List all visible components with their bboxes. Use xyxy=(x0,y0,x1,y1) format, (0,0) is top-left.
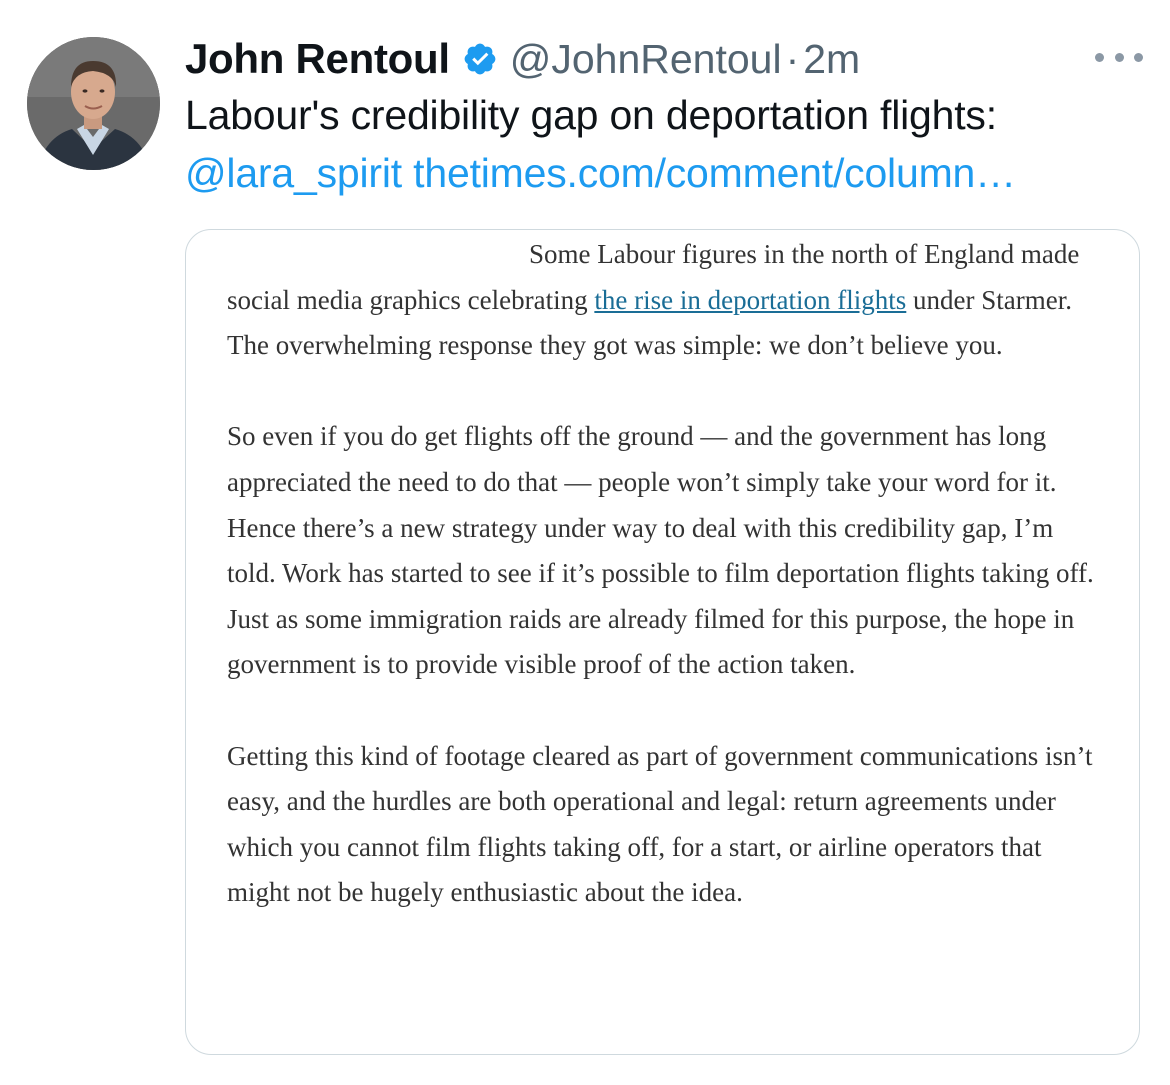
dot-icon xyxy=(1114,52,1124,62)
tweet-time[interactable]: 2m xyxy=(803,36,860,83)
more-options-icon[interactable] xyxy=(1095,42,1143,72)
tweet-text: Labour's credibility gap on deportation … xyxy=(185,92,997,138)
tweet-header: John Rentoul @JohnRentoul · 2m xyxy=(185,30,860,88)
article-paragraph: So even if you do get flights off the gr… xyxy=(227,421,1094,680)
mention-link[interactable]: @lara_spirit xyxy=(185,150,402,196)
avatar-photo xyxy=(27,37,160,170)
verified-badge-icon xyxy=(462,41,498,77)
author-name[interactable]: John Rentoul xyxy=(185,35,450,83)
author-avatar[interactable] xyxy=(27,37,160,170)
article-url-link[interactable]: thetimes.com/comment/column… xyxy=(413,150,1016,196)
article-screenshot-text: Some Labour figures in the north of Engl… xyxy=(227,232,1107,916)
tweet-links: @lara_spirit thetimes.com/comment/column… xyxy=(185,150,1016,197)
article-paragraph: Some Labour figures in the north of Engl… xyxy=(227,232,1107,369)
dot-icon xyxy=(1095,52,1104,62)
article-inline-link: the rise in deportation flights xyxy=(594,284,907,315)
article-paragraph: Getting this kind of footage cleared as … xyxy=(227,740,1093,908)
dot-icon xyxy=(1134,52,1143,62)
separator-dot: · xyxy=(785,35,800,82)
author-handle[interactable]: @JohnRentoul xyxy=(510,36,782,83)
